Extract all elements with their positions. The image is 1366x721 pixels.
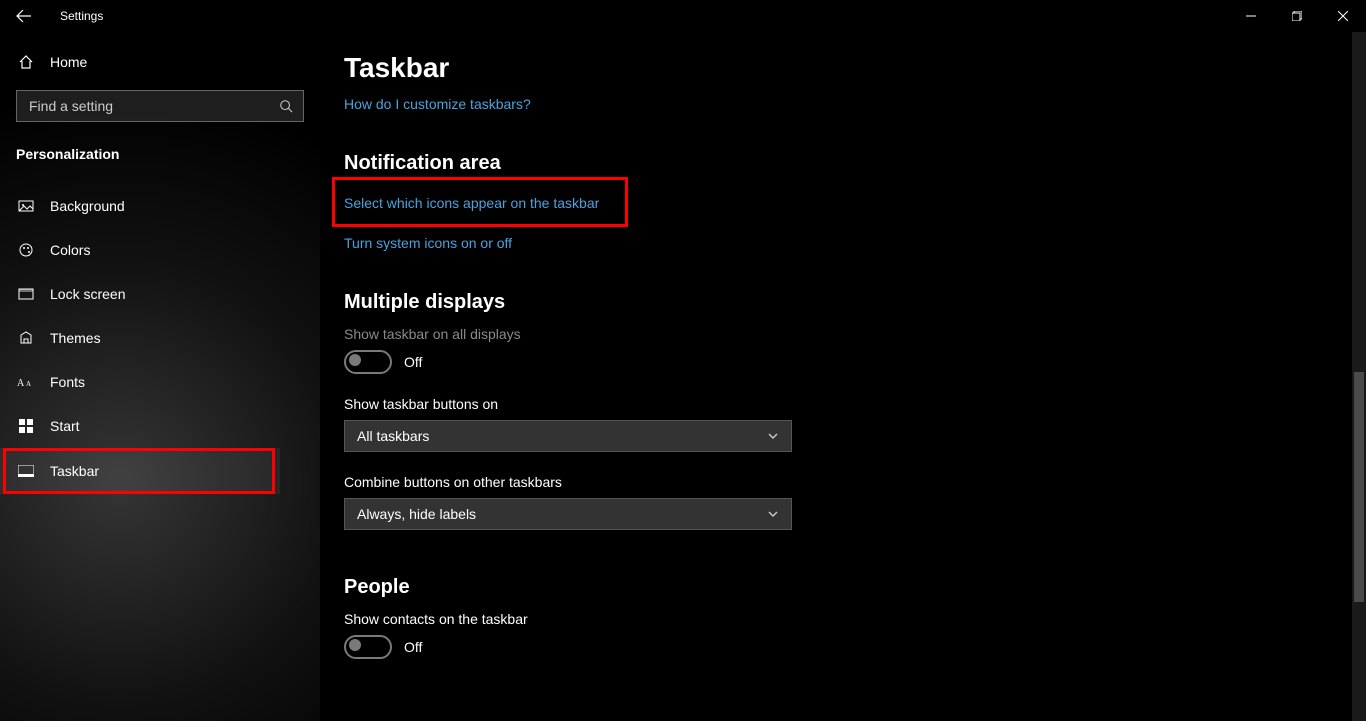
sidebar-item-colors[interactable]: Colors bbox=[0, 228, 320, 272]
sidebar-item-label: Lock screen bbox=[50, 286, 125, 302]
close-button[interactable] bbox=[1320, 0, 1366, 32]
section-people: People bbox=[344, 576, 1366, 599]
dropdown-value: All taskbars bbox=[357, 428, 429, 444]
themes-icon bbox=[16, 330, 36, 346]
dropdown-value: Always, hide labels bbox=[357, 506, 476, 522]
category-heading: Personalization bbox=[0, 132, 320, 176]
svg-text:A: A bbox=[17, 378, 25, 389]
sidebar-item-label: Background bbox=[50, 198, 125, 214]
maximize-button[interactable] bbox=[1274, 0, 1320, 32]
minimize-button[interactable] bbox=[1228, 0, 1274, 32]
sidebar-item-label: Taskbar bbox=[50, 463, 99, 479]
palette-icon bbox=[16, 242, 36, 258]
link-select-icons[interactable]: Select which icons appear on the taskbar bbox=[344, 195, 599, 211]
sidebar-item-themes[interactable]: Themes bbox=[0, 316, 320, 360]
content-area: Taskbar How do I customize taskbars? Not… bbox=[320, 32, 1366, 721]
chevron-down-icon bbox=[767, 430, 779, 442]
taskbar-icon bbox=[16, 465, 36, 477]
back-arrow-icon bbox=[16, 8, 32, 24]
minimize-icon bbox=[1246, 11, 1256, 21]
search-icon bbox=[279, 99, 293, 113]
dropdown-combine-buttons[interactable]: Always, hide labels bbox=[344, 498, 792, 530]
sidebar-item-lock-screen[interactable]: Lock screen bbox=[0, 272, 320, 316]
help-link[interactable]: How do I customize taskbars? bbox=[344, 96, 531, 112]
sidebar-item-background[interactable]: Background bbox=[0, 184, 320, 228]
scrollbar-thumb[interactable] bbox=[1354, 372, 1364, 602]
label-show-buttons-on: Show taskbar buttons on bbox=[344, 396, 1366, 412]
toggle-show-contacts[interactable] bbox=[344, 635, 392, 659]
scrollbar[interactable] bbox=[1352, 32, 1366, 721]
sidebar-item-label: Start bbox=[50, 418, 80, 434]
lock-screen-icon bbox=[16, 286, 36, 302]
page-title: Taskbar bbox=[344, 52, 1366, 84]
section-multiple-displays: Multiple displays bbox=[344, 291, 1366, 314]
maximize-icon bbox=[1292, 11, 1302, 21]
label-combine-buttons: Combine buttons on other taskbars bbox=[344, 474, 1366, 490]
home-label: Home bbox=[50, 54, 87, 70]
sidebar-item-fonts[interactable]: AA Fonts bbox=[0, 360, 320, 404]
fonts-icon: AA bbox=[16, 375, 36, 389]
window-title: Settings bbox=[60, 9, 103, 23]
dropdown-show-buttons-on[interactable]: All taskbars bbox=[344, 420, 792, 452]
toggle-show-all-displays[interactable] bbox=[344, 350, 392, 374]
start-icon bbox=[16, 419, 36, 433]
search-input[interactable] bbox=[27, 97, 279, 115]
link-system-icons[interactable]: Turn system icons on or off bbox=[344, 235, 512, 251]
label-show-all-displays: Show taskbar on all displays bbox=[344, 326, 1366, 342]
chevron-down-icon bbox=[767, 508, 779, 520]
label-show-contacts: Show contacts on the taskbar bbox=[344, 611, 1366, 627]
sidebar-item-start[interactable]: Start bbox=[0, 404, 320, 448]
titlebar: Settings bbox=[0, 0, 1366, 32]
toggle-state: Off bbox=[404, 354, 422, 370]
home-button[interactable]: Home bbox=[0, 40, 320, 84]
home-icon bbox=[16, 54, 36, 70]
search-box[interactable] bbox=[16, 90, 304, 122]
close-icon bbox=[1338, 11, 1348, 21]
sidebar-item-label: Themes bbox=[50, 330, 101, 346]
sidebar-item-taskbar[interactable]: Taskbar bbox=[0, 448, 280, 494]
toggle-state: Off bbox=[404, 639, 422, 655]
picture-icon bbox=[16, 198, 36, 214]
svg-text:A: A bbox=[26, 380, 31, 388]
sidebar-item-label: Fonts bbox=[50, 374, 85, 390]
section-notification-area: Notification area bbox=[344, 152, 1366, 175]
sidebar-item-label: Colors bbox=[50, 242, 90, 258]
window-controls bbox=[1228, 0, 1366, 32]
back-button[interactable] bbox=[0, 0, 48, 32]
sidebar: Home Personalization Background bbox=[0, 32, 320, 721]
